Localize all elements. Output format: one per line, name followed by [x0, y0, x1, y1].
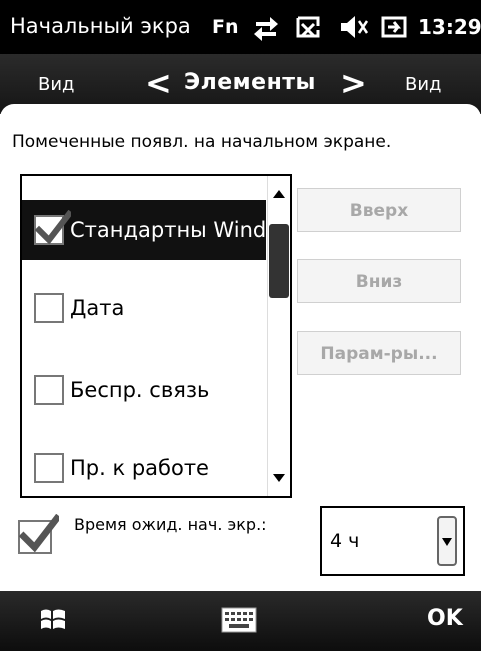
timeout-label: Время ожид. нач. экр.: — [74, 515, 267, 534]
instruction-text: Помеченные появл. на начальном экране. — [12, 132, 392, 152]
checkbox-checked[interactable] — [34, 210, 71, 245]
next-view-label[interactable]: Вид — [405, 74, 442, 95]
scroll-up-arrow-icon[interactable] — [273, 190, 285, 198]
keyboard-icon[interactable] — [221, 607, 257, 633]
checkmark-icon — [35, 210, 71, 245]
list-item-date[interactable]: Дата — [22, 278, 266, 338]
prev-view-button[interactable]: < — [145, 64, 172, 102]
timeout-value: 4 ч — [330, 530, 360, 552]
battery-charging-icon[interactable] — [378, 12, 410, 42]
list-scrollbar[interactable] — [267, 176, 290, 496]
checkbox[interactable] — [34, 293, 64, 323]
timeout-dropdown[interactable]: 4 ч — [320, 506, 465, 576]
app-title: Начальный экра — [10, 14, 191, 38]
items-listbox[interactable]: Стандартны Windows Дата Беспр. связь Пр.… — [20, 174, 292, 498]
content-top-curve — [0, 104, 481, 118]
next-view-button[interactable]: > — [340, 64, 367, 102]
move-down-button[interactable]: Вниз — [297, 259, 461, 303]
speaker-mute-icon[interactable] — [337, 12, 369, 42]
scroll-thumb[interactable] — [269, 224, 289, 298]
list-item-label: Беспр. связь — [70, 378, 210, 402]
ok-button[interactable]: OK — [427, 606, 463, 631]
move-up-button[interactable]: Вверх — [297, 188, 461, 232]
phone-off-icon[interactable] — [292, 12, 324, 42]
list-item-wireless[interactable]: Беспр. связь — [22, 360, 266, 420]
connectivity-icon[interactable] — [250, 12, 282, 42]
windows-start-icon[interactable] — [38, 605, 68, 635]
prev-view-label[interactable]: Вид — [38, 74, 75, 95]
options-button[interactable]: Парам-ры... — [297, 331, 461, 375]
checkbox[interactable] — [34, 453, 64, 483]
fn-indicator[interactable]: Fn — [212, 16, 239, 38]
status-bar: Начальный экра Fn 13:29 — [0, 0, 481, 54]
list-item-ready-for-work[interactable]: Пр. к работе — [22, 438, 266, 496]
list-item-label: Пр. к работе — [70, 456, 209, 480]
checkbox[interactable] — [34, 375, 64, 405]
list-item-standard-windows[interactable]: Стандартны Windows — [22, 200, 266, 260]
chevron-down-icon — [442, 538, 452, 546]
list-item-label: Дата — [70, 296, 125, 320]
checkmark-icon — [19, 514, 59, 553]
clock[interactable]: 13:29 — [418, 15, 481, 39]
timeout-checkbox[interactable] — [18, 514, 59, 554]
dropdown-button[interactable] — [437, 516, 457, 566]
scroll-down-arrow-icon[interactable] — [273, 474, 285, 482]
page-title: Элементы — [184, 70, 316, 95]
list-item-label: Стандартны Windows — [70, 218, 266, 242]
menu-bar: OK — [0, 591, 481, 651]
